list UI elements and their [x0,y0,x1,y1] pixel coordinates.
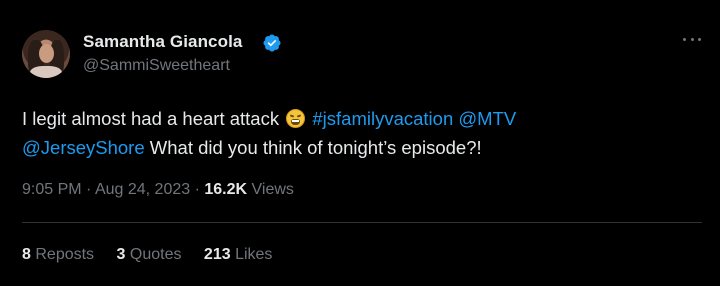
grimacing-face-emoji-icon [286,109,306,128]
tweet-text-part2: What did you think of tonight’s episode?… [144,137,482,158]
tweet-card: Samantha Giancola @SammiSweetheart I leg… [0,0,720,286]
hashtag-link[interactable]: #jsfamilyvacation [312,108,453,129]
quotes-count: 3 [116,246,126,263]
meta-separator: · [86,181,92,198]
reposts-stat[interactable]: 8 Reposts [22,246,94,263]
tweet-time[interactable]: 9:05 PM [22,181,82,198]
likes-stat[interactable]: 213 Likes [204,246,273,263]
likes-count: 213 [203,246,231,263]
likes-label: Likes [235,246,273,263]
avatar[interactable] [22,30,70,78]
engagement-stats: 8 Reposts 3 Quotes 213 Likes [22,246,290,264]
tweet-meta: 9:05 PM · Aug 24, 2023 · 16.2K Views [22,181,294,199]
views-label: Views [251,181,294,198]
tweet-text: I legit almost had a heart attack #jsfam… [22,104,702,162]
quotes-stat[interactable]: 3 Quotes [117,246,182,263]
tweet-date[interactable]: Aug 24, 2023 [95,181,190,198]
display-name[interactable]: Samantha Giancola [83,32,242,52]
quotes-label: Quotes [129,246,182,263]
mention-link-jerseyshore[interactable]: @JerseyShore [22,137,145,158]
more-options-icon[interactable] [683,38,701,44]
tweet-text-part1: I legit almost had a heart attack [22,108,285,129]
views-count: 16.2K [204,181,248,198]
reposts-count: 8 [22,246,31,263]
divider [22,222,702,223]
reposts-label: Reposts [35,246,95,263]
user-handle[interactable]: @SammiSweetheart [83,57,230,75]
meta-separator-2: · [194,181,200,198]
mention-link-mtv[interactable]: @MTV [458,108,516,129]
verified-badge-icon [263,34,281,52]
